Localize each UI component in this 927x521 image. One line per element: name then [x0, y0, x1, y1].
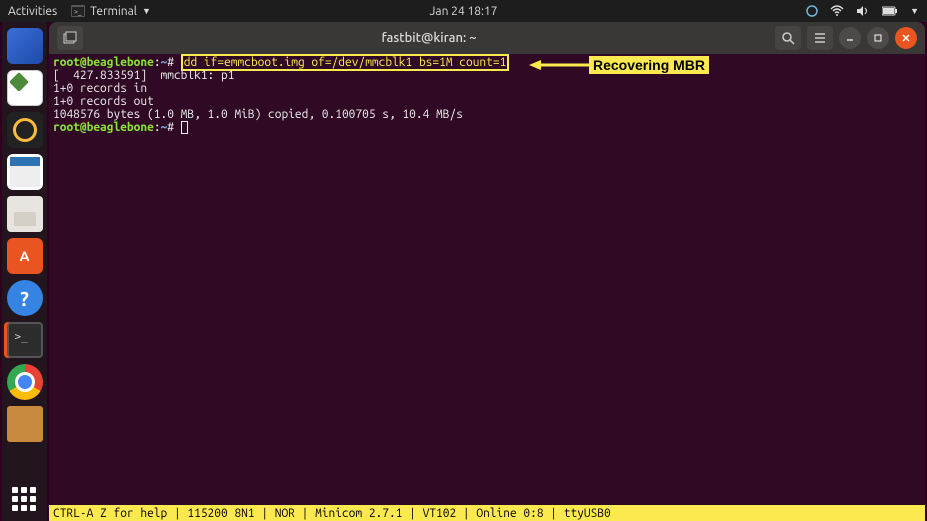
search-button[interactable]: [775, 26, 801, 50]
search-icon: [781, 31, 795, 45]
svg-text:>_: >_: [74, 8, 82, 16]
hamburger-menu-button[interactable]: [807, 26, 833, 50]
terminal-output[interactable]: root@beaglebone:~# dd if=emmcboot.img of…: [49, 54, 925, 505]
terminal-window: fastbit@kiran: ~ root@beaglebone:~# dd i…: [49, 22, 925, 521]
dock-files[interactable]: [7, 196, 43, 232]
maximize-icon: [873, 33, 883, 43]
window-titlebar[interactable]: fastbit@kiran: ~: [49, 22, 925, 54]
terminal-line: 1+0 records in: [53, 82, 147, 95]
system-menu-chevron-icon[interactable]: ▼: [910, 6, 919, 16]
annotation-label: Recovering MBR: [589, 56, 709, 74]
show-applications-button[interactable]: [12, 487, 36, 511]
clock[interactable]: Jan 24 18:17: [430, 5, 498, 18]
prompt-suffix: #: [167, 121, 174, 134]
dock-ubuntu-software[interactable]: [7, 238, 43, 274]
terminal-icon: >_: [71, 5, 85, 17]
prompt-user-host: root@beaglebone: [53, 121, 154, 134]
gnome-top-bar: Activities >_ Terminal ▼ Jan 24 18:17 ▼: [0, 0, 927, 22]
ubuntu-dock: ?: [2, 22, 47, 521]
minimize-icon: [845, 33, 855, 43]
battery-icon[interactable]: [882, 6, 898, 16]
status-text: CTRL-A Z for help | 115200 8N1 | NOR | M…: [53, 507, 611, 520]
close-button[interactable]: [895, 27, 917, 49]
terminal-line: 1048576 bytes (1.0 MB, 1.0 MiB) copied, …: [53, 108, 463, 121]
cursor: [181, 121, 188, 134]
chevron-down-icon: ▼: [142, 6, 151, 16]
dock-terminal[interactable]: [7, 322, 43, 358]
dock-thunderbird[interactable]: [7, 28, 43, 64]
volume-icon[interactable]: [856, 5, 870, 17]
window-title: fastbit@kiran: ~: [381, 31, 476, 45]
dock-libreoffice-writer[interactable]: [7, 154, 43, 190]
activities-button[interactable]: Activities: [8, 5, 57, 18]
prompt-suffix: #: [167, 56, 174, 69]
wifi-icon[interactable]: [830, 5, 844, 17]
minicom-status-bar: CTRL-A Z for help | 115200 8N1 | NOR | M…: [49, 505, 925, 521]
terminal-line: [ 427.833591] mmcblk1: p1: [53, 69, 234, 82]
arrow-icon: [529, 57, 589, 73]
new-tab-button[interactable]: [57, 26, 83, 50]
prompt-user-host: root@beaglebone: [53, 56, 154, 69]
hamburger-icon: [813, 31, 827, 45]
close-icon: [901, 33, 911, 43]
app-menu[interactable]: >_ Terminal ▼: [71, 5, 151, 18]
annotation: Recovering MBR: [529, 56, 709, 74]
settings-indicator-icon[interactable]: [806, 5, 818, 17]
terminal-line: 1+0 records out: [53, 95, 154, 108]
maximize-button[interactable]: [867, 27, 889, 49]
dock-text-editor[interactable]: [7, 70, 43, 106]
app-menu-label: Terminal: [90, 5, 137, 18]
dock-rhythmbox[interactable]: [7, 112, 43, 148]
new-tab-icon: [63, 31, 77, 45]
dock-folder[interactable]: [7, 406, 43, 442]
dock-help[interactable]: ?: [7, 280, 43, 316]
minimize-button[interactable]: [839, 27, 861, 49]
dock-chrome[interactable]: [7, 364, 43, 400]
